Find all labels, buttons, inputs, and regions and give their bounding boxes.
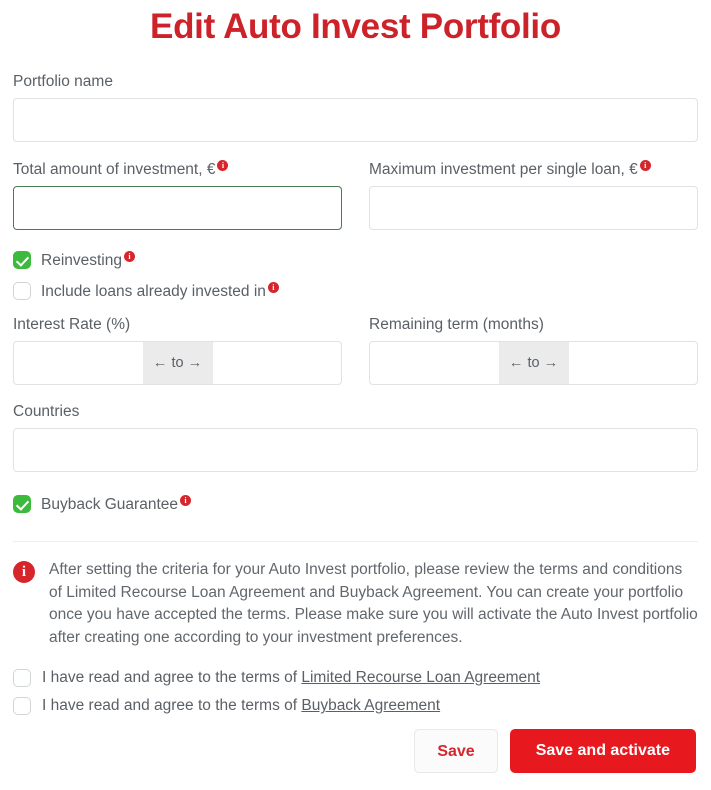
remaining-term-from-input[interactable] <box>369 341 499 386</box>
agreement-buyback-text: I have read and agree to the terms of <box>42 697 302 715</box>
total-amount-input[interactable] <box>13 186 342 231</box>
include-existing-label-text: Include loans already invested in <box>41 282 266 300</box>
info-icon[interactable]: i <box>217 160 229 171</box>
buyback-guarantee-row[interactable]: Buyback Guarantee i <box>13 493 698 515</box>
agreement-row-loan[interactable]: I have read and agree to the terms of Li… <box>13 669 698 688</box>
agreement-loan-text: I have read and agree to the terms of <box>42 669 302 687</box>
save-button[interactable]: Save <box>414 729 498 774</box>
agreement-loan-label: I have read and agree to the terms of Li… <box>42 669 540 687</box>
reinvesting-label: Reinvesting i <box>41 250 135 270</box>
save-and-activate-button[interactable]: Save and activate <box>509 729 696 774</box>
buyback-guarantee-checkbox[interactable] <box>13 495 31 514</box>
info-icon[interactable]: i <box>124 250 135 262</box>
portfolio-name-label-text: Portfolio name <box>13 73 113 90</box>
investment-amounts-row: Total amount of investment, € i Maximum i… <box>13 160 698 231</box>
reinvesting-checkbox[interactable] <box>13 251 31 270</box>
remaining-term-to-input[interactable] <box>568 341 698 386</box>
remaining-term-label: Remaining term (months) <box>369 316 544 334</box>
total-amount-field-group: Total amount of investment, € i <box>13 160 342 231</box>
agreement-row-buyback[interactable]: I have read and agree to the terms of Bu… <box>13 697 698 716</box>
agreement-buyback-label: I have read and agree to the terms of Bu… <box>42 697 440 715</box>
include-existing-row[interactable]: Include loans already invested in i <box>13 280 698 302</box>
info-icon[interactable]: i <box>180 494 192 506</box>
remaining-term-range: ← to → <box>369 341 698 386</box>
reinvesting-row[interactable]: Reinvesting i <box>13 249 698 271</box>
include-existing-label: Include loans already invested in i <box>41 281 279 301</box>
range-filters-row: Interest Rate (%) ← to → Remaining term … <box>13 316 698 386</box>
agreement-loan-checkbox[interactable] <box>13 669 31 688</box>
total-amount-label-text: Total amount of investment, € <box>13 161 216 179</box>
reinvesting-options: Reinvesting i Include loans already inves… <box>13 249 698 302</box>
total-amount-label: Total amount of investment, € i <box>13 160 342 179</box>
countries-input[interactable] <box>13 428 698 473</box>
interest-rate-from-input[interactable] <box>13 341 143 386</box>
terms-notice-text: After setting the criteria for your Auto… <box>49 561 698 646</box>
remaining-term-field-group: Remaining term (months) ← to → <box>369 316 698 386</box>
include-existing-checkbox[interactable] <box>13 282 31 301</box>
max-per-loan-field-group: Maximum investment per single loan, € i <box>369 160 698 231</box>
countries-field-group: Countries <box>13 403 698 473</box>
page-title: Edit Auto Invest Portfolio <box>150 7 561 46</box>
max-per-loan-label: Maximum investment per single loan, € i <box>369 160 698 179</box>
reinvesting-label-text: Reinvesting <box>41 251 122 269</box>
buyback-agreement-link[interactable]: Buyback Agreement <box>301 697 440 714</box>
agreement-buyback-checkbox[interactable] <box>13 697 31 716</box>
interest-rate-to-input[interactable] <box>212 341 342 386</box>
portfolio-name-field-group: Portfolio name <box>13 73 698 142</box>
portfolio-name-label: Portfolio name <box>13 73 698 91</box>
remaining-term-separator: ← to → <box>498 341 569 386</box>
buyback-guarantee-label-text: Buyback Guarantee <box>41 495 179 513</box>
info-icon[interactable]: i <box>267 281 279 293</box>
section-divider <box>13 541 698 543</box>
portfolio-name-input[interactable] <box>13 98 698 142</box>
agreement-checkboxes: I have read and agree to the terms of Li… <box>13 669 698 716</box>
info-icon[interactable]: i <box>639 160 651 171</box>
form-actions: Save Save and activate <box>13 729 698 774</box>
interest-rate-range: ← to → <box>13 341 342 386</box>
info-icon: i <box>13 561 35 584</box>
max-per-loan-label-text: Maximum investment per single loan, € <box>369 161 638 179</box>
countries-label: Countries <box>13 403 80 421</box>
limited-recourse-loan-agreement-link[interactable]: Limited Recourse Loan Agreement <box>301 669 540 686</box>
edit-auto-invest-portfolio-page: Edit Auto Invest Portfolio Portfolio nam… <box>0 0 711 790</box>
interest-rate-field-group: Interest Rate (%) ← to → <box>13 316 342 386</box>
terms-notice: i After setting the criteria for your Au… <box>13 559 698 649</box>
interest-rate-label: Interest Rate (%) <box>13 316 131 334</box>
max-per-loan-input[interactable] <box>369 186 698 231</box>
interest-rate-separator: ← to → <box>142 341 213 386</box>
buyback-guarantee-label: Buyback Guarantee i <box>41 494 192 514</box>
